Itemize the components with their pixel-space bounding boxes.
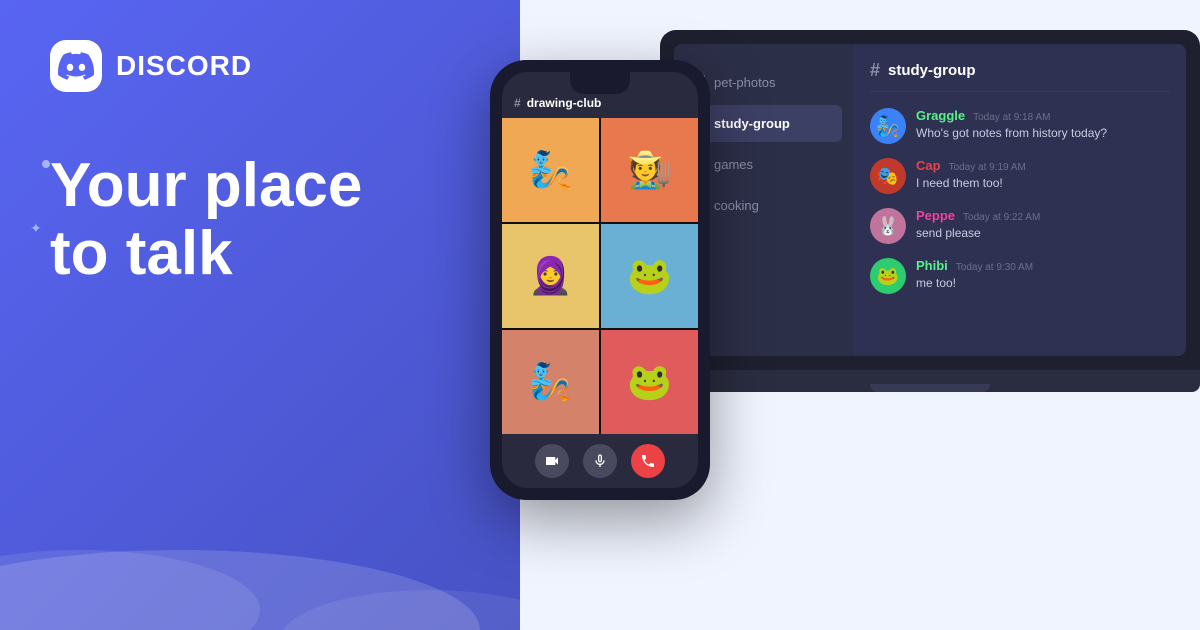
avatar-video-3: 🧕 [528,255,573,297]
right-panel: ✦ # pet-photos # study-group # games [520,0,1200,630]
camera-button[interactable] [535,444,569,478]
msg-timestamp-graggle: Today at 9:18 AM [973,112,1050,123]
msg-text-graggle: Who's got notes from history today? [916,125,1170,142]
video-cell-2: 🧑‍🌾 [601,118,698,222]
phone-hash-icon: # [514,96,521,110]
laptop: ✦ # pet-photos # study-group # games [660,30,1200,420]
avatar-video-6: 🐸 [627,361,672,403]
msg-timestamp-cap: Today at 9:19 AM [949,162,1026,173]
message-phibi: 🐸 Phibi Today at 9:30 AM me too! [870,258,1170,294]
avatar-video-5: 🧞 [528,361,573,403]
avatar-graggle: 🧞 [870,108,906,144]
discord-icon [50,40,102,92]
video-cell-5: 🧞 [502,330,599,434]
msg-content-cap: Cap Today at 9:19 AM I need them too! [916,158,1170,194]
msg-header-phibi: Phibi Today at 9:30 AM [916,258,1170,273]
tagline: Your place to talk [50,152,470,288]
laptop-base [660,370,1200,392]
chat-header: # study-group [870,60,1170,92]
video-grid: 🧞 🧑‍🌾 🧕 🐸 🧞 🐸 [502,118,698,434]
msg-timestamp-phibi: Today at 9:30 AM [956,262,1033,273]
logo-area: DISCORD [50,40,470,92]
avatar-phibi: 🐸 [870,258,906,294]
end-call-button[interactable] [631,444,665,478]
avatar-peppe: 🐰 [870,208,906,244]
video-cell-1: 🧞 [502,118,599,222]
video-cell-6: 🐸 [601,330,698,434]
phone: # drawing-club 🧞 🧑‍🌾 🧕 🐸 [490,60,710,500]
msg-username-phibi: Phibi [916,258,948,273]
msg-text-peppe: send please [916,225,1170,242]
phone-notch [570,72,630,94]
message-cap: 🎭 Cap Today at 9:19 AM I need them too! [870,158,1170,194]
chat-hash-icon: # [870,60,880,81]
message-graggle: 🧞 Graggle Today at 9:18 AM Who's got not… [870,108,1170,144]
channel-name-cooking: cooking [714,198,759,213]
msg-username-peppe: Peppe [916,208,955,223]
msg-header-peppe: Peppe Today at 9:22 AM [916,208,1170,223]
msg-header-cap: Cap Today at 9:19 AM [916,158,1170,173]
sparkle-decoration: ✦ [30,220,42,237]
avatar-video-2: 🧑‍🌾 [627,149,672,191]
msg-content-phibi: Phibi Today at 9:30 AM me too! [916,258,1170,294]
msg-header-graggle: Graggle Today at 9:18 AM [916,108,1170,123]
msg-content-peppe: Peppe Today at 9:22 AM send please [916,208,1170,244]
avatar-video-4: 🐸 [627,255,672,297]
channel-name-pet-photos: pet-photos [714,75,775,90]
discord-wordmark: DISCORD [116,50,252,82]
msg-text-phibi: me too! [916,275,1170,292]
avatar-video-1: 🧞 [528,149,573,191]
phone-body: # drawing-club 🧞 🧑‍🌾 🧕 🐸 [490,60,710,500]
phone-channel-name: drawing-club [527,96,602,110]
msg-username-cap: Cap [916,158,941,173]
chat-channel-name: study-group [888,62,976,79]
msg-text-cap: I need them too! [916,175,1170,192]
left-panel: ✦ DISCORD Your place to talk [0,0,520,630]
tagline-line2: to talk [50,220,470,288]
msg-content-graggle: Graggle Today at 9:18 AM Who's got notes… [916,108,1170,144]
video-cell-4: 🐸 [601,224,698,328]
message-peppe: 🐰 Peppe Today at 9:22 AM send please [870,208,1170,244]
channel-name-games: games [714,157,753,172]
cloud-decoration [0,450,520,630]
accent-dot [42,160,50,168]
laptop-screen: # pet-photos # study-group # games # coo… [674,44,1186,356]
video-cell-3: 🧕 [502,224,599,328]
msg-timestamp-peppe: Today at 9:22 AM [963,212,1040,223]
mic-button[interactable] [583,444,617,478]
phone-screen: # drawing-club 🧞 🧑‍🌾 🧕 🐸 [502,72,698,488]
channel-name-study-group: study-group [714,116,790,131]
chat-panel: # study-group 🧞 Graggle Today at 9:18 AM… [854,44,1186,356]
phone-controls [502,434,698,488]
tagline-line1: Your place [50,152,470,220]
laptop-body: # pet-photos # study-group # games # coo… [660,30,1200,370]
msg-username-graggle: Graggle [916,108,965,123]
avatar-cap: 🎭 [870,158,906,194]
